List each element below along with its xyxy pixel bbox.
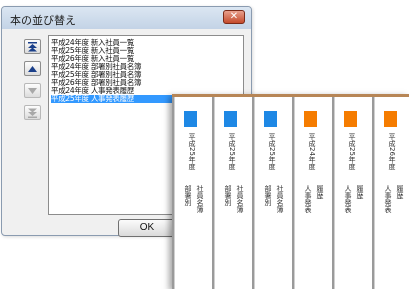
binder-title: 社員名簿 [196, 185, 204, 213]
binder-title: 社員名簿 [236, 185, 244, 213]
binder-shelf: 平成25年度 部署別 社員名簿 平成25年度 部署別 社員名簿 平成25年度 部… [172, 94, 409, 289]
binder[interactable]: 平成25年度 部署別 社員名簿 [172, 97, 210, 289]
dialog-titlebar[interactable]: 本の並び替え ✕ [2, 7, 251, 29]
binder-color-tab [184, 111, 197, 127]
binder[interactable]: 平成24年度 人事発表 履歴 [292, 97, 330, 289]
binder-title: 履歴 [356, 185, 364, 199]
close-icon: ✕ [229, 11, 239, 22]
binder-color-tab [304, 111, 317, 127]
binder[interactable]: 平成26年度 人事発表 履歴 [372, 97, 409, 289]
binder-color-tab [384, 111, 397, 127]
binder-color-tab [224, 111, 237, 127]
move-to-top-icon [28, 41, 37, 51]
binder-year: 平成25年度 [188, 133, 196, 170]
move-down-button[interactable] [24, 83, 41, 98]
move-to-bottom-icon [28, 108, 37, 118]
list-item-selected[interactable]: 平成25年度 人事発表履歴 [51, 95, 175, 103]
move-up-icon [28, 65, 37, 72]
binder-year: 平成24年度 [308, 133, 316, 170]
binder-title: 履歴 [316, 185, 324, 199]
binder-color-tab [344, 111, 357, 127]
move-to-top-button[interactable] [24, 39, 41, 54]
binder[interactable]: 平成25年度 部署別 社員名簿 [252, 97, 290, 289]
binder-year: 平成25年度 [268, 133, 276, 170]
binder-year: 平成25年度 [348, 133, 356, 170]
dialog-title: 本の並び替え [10, 14, 76, 27]
binder-color-tab [264, 111, 277, 127]
close-button[interactable]: ✕ [223, 10, 245, 24]
binder-title: 社員名簿 [276, 185, 284, 213]
binder-year: 平成25年度 [228, 133, 236, 170]
binder[interactable]: 平成25年度 部署別 社員名簿 [212, 97, 250, 289]
move-to-bottom-button[interactable] [24, 105, 41, 120]
move-down-icon [28, 87, 37, 94]
ok-button[interactable]: OK [118, 219, 176, 237]
binder-year: 平成26年度 [388, 133, 396, 170]
move-up-button[interactable] [24, 61, 41, 76]
binder[interactable]: 平成25年度 人事発表 履歴 [332, 97, 370, 289]
binder-title: 履歴 [396, 185, 404, 199]
